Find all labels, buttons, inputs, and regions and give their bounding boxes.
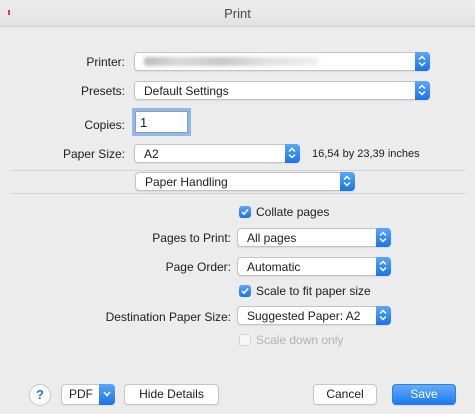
section-popup[interactable]: Paper Handling [135, 172, 355, 191]
page-order-popup[interactable]: Automatic [237, 257, 391, 276]
presets-label: Presets: [80, 84, 125, 98]
destination-paper-size-label: Destination Paper Size: [105, 310, 231, 324]
paper-size-label: Paper Size: [62, 147, 125, 161]
cancel-button[interactable]: Cancel [313, 384, 377, 405]
up-down-arrows-icon [285, 144, 300, 163]
copies-label: Copies: [84, 118, 125, 132]
window-title: Print [224, 6, 251, 21]
copies-value: 1 [140, 115, 148, 130]
collate-checkbox[interactable] [239, 206, 251, 218]
scale-to-fit-checkbox[interactable] [239, 285, 251, 297]
checkmark-icon [241, 287, 249, 295]
help-button[interactable]: ? [29, 384, 51, 406]
paper-dimensions: 16,54 by 23,39 inches [312, 148, 420, 160]
print-dialog: Print Printer: Presets: Default Settings… [0, 0, 475, 414]
section-value: Paper Handling [145, 175, 228, 189]
pages-to-print-label: Pages to Print: [152, 231, 231, 245]
title-bar[interactable]: Print [0, 0, 475, 27]
collate-label: Collate pages [256, 205, 330, 219]
paper-size-popup[interactable]: A2 [134, 144, 300, 163]
hide-details-button[interactable]: Hide Details [124, 384, 219, 405]
divider [10, 193, 465, 194]
presets-popup[interactable]: Default Settings [134, 81, 430, 100]
pdf-label: PDF [69, 387, 93, 401]
up-down-arrows-icon [340, 172, 355, 191]
up-down-arrows-icon [376, 228, 391, 247]
pdf-menu-button[interactable]: PDF [61, 384, 115, 405]
up-down-arrows-icon [376, 257, 391, 276]
destination-paper-size-popup[interactable]: Suggested Paper: A2 [237, 306, 391, 325]
up-down-arrows-icon [415, 81, 430, 100]
pages-to-print-popup[interactable]: All pages [237, 228, 391, 247]
destination-paper-size-value: Suggested Paper: A2 [247, 309, 361, 323]
pages-to-print-value: All pages [247, 231, 297, 245]
chevron-down-icon [99, 384, 115, 405]
page-order-value: Automatic [247, 260, 301, 274]
copies-field[interactable]: 1 [135, 111, 188, 133]
up-down-arrows-icon [415, 52, 430, 71]
up-down-arrows-icon [376, 306, 391, 325]
scale-down-label: Scale down only [256, 333, 344, 347]
printer-name-redacted [144, 57, 319, 66]
checkmark-icon [241, 208, 249, 216]
save-button[interactable]: Save [392, 384, 456, 405]
question-mark-icon: ? [36, 387, 44, 402]
presets-value: Default Settings [144, 84, 229, 98]
divider [10, 170, 465, 171]
scale-down-checkbox[interactable] [239, 334, 251, 346]
scale-to-fit-label: Scale to fit paper size [256, 284, 371, 298]
printer-label: Printer: [86, 55, 125, 69]
page-order-label: Page Order: [165, 260, 231, 274]
printer-popup[interactable] [134, 52, 430, 71]
paper-size-value: A2 [144, 147, 159, 161]
